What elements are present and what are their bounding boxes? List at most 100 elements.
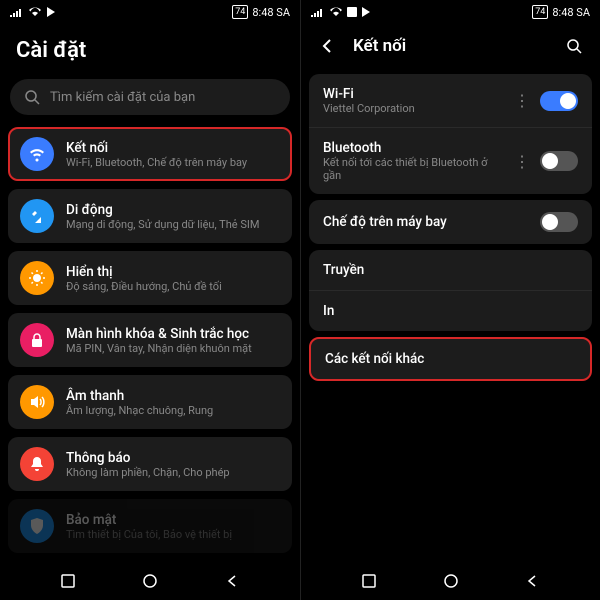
- chevron-left-icon: [319, 38, 335, 54]
- row-text: Các kết nối khác: [325, 351, 576, 367]
- item-text: Di độngMạng di động, Sử dụng dữ liệu, Th…: [66, 202, 280, 231]
- row-bluetooth[interactable]: BluetoothKết nối tới các thiết bị Blueto…: [309, 127, 592, 194]
- item-title: Hiển thị: [66, 264, 280, 280]
- item-subtitle: Âm lượng, Nhạc chuông, Rung: [66, 404, 280, 417]
- header: Kết nối: [301, 24, 600, 68]
- row-subtitle: Viettel Corporation: [323, 102, 502, 115]
- shield-icon: [20, 509, 54, 543]
- row-wi-fi[interactable]: Wi-FiViettel Corporation ⋮: [309, 74, 592, 127]
- search-icon: [566, 38, 582, 54]
- item-subtitle: Wi-Fi, Bluetooth, Chế độ trên máy bay: [66, 156, 280, 169]
- row-in[interactable]: In: [309, 290, 592, 331]
- nav-bar: [301, 562, 600, 600]
- row-title: In: [323, 303, 578, 319]
- mobile-icon: [20, 199, 54, 233]
- sound-icon: [20, 385, 54, 419]
- search-placeholder: Tìm kiếm cài đặt của bạn: [50, 90, 195, 105]
- row-truy-n[interactable]: Truyền: [309, 250, 592, 290]
- clock: 8:48 SA: [552, 6, 590, 19]
- row-title: Chế độ trên máy bay: [323, 214, 530, 230]
- play-store-icon: [361, 7, 371, 17]
- settings-item-shield[interactable]: Bảo mậtTìm thiết bị Của tôi, Bảo vệ thiế…: [8, 499, 292, 553]
- item-subtitle: Mạng di động, Sử dụng dữ liệu, Thẻ SIM: [66, 218, 280, 231]
- signal-icon: [311, 7, 325, 17]
- screen-settings: 74 8:48 SA Cài đặt Tìm kiếm cài đặt của …: [0, 0, 300, 600]
- settings-item-bell[interactable]: Thông báoKhông làm phiền, Chặn, Cho phép: [8, 437, 292, 491]
- screen-connections: 74 8:48 SA Kết nối Wi-FiViettel Corporat…: [300, 0, 600, 600]
- battery-indicator: 74: [532, 5, 548, 19]
- row-title: Bluetooth: [323, 140, 502, 156]
- nav-back[interactable]: [218, 567, 246, 595]
- bell-icon: [20, 447, 54, 481]
- item-text: Kết nốiWi-Fi, Bluetooth, Chế độ trên máy…: [66, 140, 280, 169]
- page-title-area: Cài đặt: [0, 24, 300, 73]
- more-icon[interactable]: ⋮: [512, 152, 530, 171]
- nav-recent[interactable]: [355, 567, 383, 595]
- row-text: Truyền: [323, 262, 578, 278]
- status-bar: 74 8:48 SA: [0, 0, 300, 24]
- settings-item-display[interactable]: Hiển thịĐộ sáng, Điều hướng, Chủ đề tối: [8, 251, 292, 305]
- wifi-status-icon: [329, 7, 343, 17]
- item-subtitle: Độ sáng, Điều hướng, Chủ đề tối: [66, 280, 280, 293]
- item-text: Hiển thịĐộ sáng, Điều hướng, Chủ đề tối: [66, 264, 280, 293]
- settings-item-wifi[interactable]: Kết nốiWi-Fi, Bluetooth, Chế độ trên máy…: [8, 127, 292, 181]
- toggle[interactable]: [540, 212, 578, 232]
- settings-group: Các kết nối khác: [309, 337, 592, 381]
- lock-icon: [20, 323, 54, 357]
- signal-icon: [10, 7, 24, 17]
- settings-group: Wi-FiViettel Corporation ⋮ BluetoothKết nố…: [309, 74, 592, 194]
- item-title: Màn hình khóa & Sinh trắc học: [66, 326, 280, 342]
- item-title: Kết nối: [66, 140, 280, 156]
- settings-item-sound[interactable]: Âm thanhÂm lượng, Nhạc chuông, Rung: [8, 375, 292, 429]
- settings-list: Kết nốiWi-Fi, Bluetooth, Chế độ trên máy…: [0, 127, 300, 562]
- row-title: Wi-Fi: [323, 86, 502, 102]
- search-icon: [24, 89, 40, 105]
- wifi-icon: [20, 137, 54, 171]
- toggle[interactable]: [540, 151, 578, 171]
- settings-group: Truyền In: [309, 250, 592, 331]
- row-text: Wi-FiViettel Corporation: [323, 86, 502, 115]
- more-icon[interactable]: ⋮: [512, 91, 530, 110]
- settings-item-mobile[interactable]: Di độngMạng di động, Sử dụng dữ liệu, Th…: [8, 189, 292, 243]
- nav-bar: [0, 562, 300, 600]
- gallery-icon: [347, 7, 357, 17]
- item-text: Màn hình khóa & Sinh trắc họcMã PIN, Vân…: [66, 326, 280, 355]
- item-title: Di động: [66, 202, 280, 218]
- toggle[interactable]: [540, 91, 578, 111]
- item-subtitle: Không làm phiền, Chặn, Cho phép: [66, 466, 280, 479]
- row-subtitle: Kết nối tới các thiết bị Bluetooth ở gần: [323, 156, 502, 182]
- nav-recent[interactable]: [54, 567, 82, 595]
- status-bar: 74 8:48 SA: [301, 0, 600, 24]
- nav-home[interactable]: [136, 567, 164, 595]
- page-title: Cài đặt: [16, 38, 284, 63]
- settings-group: Chế độ trên máy bay: [309, 200, 592, 244]
- search-input[interactable]: Tìm kiếm cài đặt của bạn: [10, 79, 290, 115]
- item-text: Âm thanhÂm lượng, Nhạc chuông, Rung: [66, 388, 280, 417]
- row-ch-tr-n-m-y-bay[interactable]: Chế độ trên máy bay: [309, 200, 592, 244]
- header-title: Kết nối: [353, 36, 548, 56]
- row-c-c-k-t-n-i-kh-c[interactable]: Các kết nối khác: [311, 339, 590, 379]
- item-subtitle: Mã PIN, Vân tay, Nhận diện khuôn mặt: [66, 342, 280, 355]
- connections-list: Wi-FiViettel Corporation ⋮ BluetoothKết nố…: [301, 68, 600, 387]
- item-text: Bảo mậtTìm thiết bị Của tôi, Bảo vệ thiế…: [66, 512, 280, 541]
- item-subtitle: Tìm thiết bị Của tôi, Bảo vệ thiết bị: [66, 528, 280, 541]
- wifi-status-icon: [28, 7, 42, 17]
- nav-home[interactable]: [437, 567, 465, 595]
- row-text: Chế độ trên máy bay: [323, 214, 530, 230]
- clock: 8:48 SA: [252, 6, 290, 19]
- item-title: Bảo mật: [66, 512, 280, 528]
- header-search-button[interactable]: [560, 32, 588, 60]
- back-button[interactable]: [313, 32, 341, 60]
- item-title: Âm thanh: [66, 388, 280, 404]
- row-text: BluetoothKết nối tới các thiết bị Blueto…: [323, 140, 502, 182]
- settings-item-lock[interactable]: Màn hình khóa & Sinh trắc họcMã PIN, Vân…: [8, 313, 292, 367]
- nav-back[interactable]: [518, 567, 546, 595]
- row-title: Truyền: [323, 262, 578, 278]
- item-title: Thông báo: [66, 450, 280, 466]
- play-store-icon: [46, 7, 56, 17]
- item-text: Thông báoKhông làm phiền, Chặn, Cho phép: [66, 450, 280, 479]
- row-title: Các kết nối khác: [325, 351, 576, 367]
- display-icon: [20, 261, 54, 295]
- row-text: In: [323, 303, 578, 319]
- battery-indicator: 74: [232, 5, 248, 19]
